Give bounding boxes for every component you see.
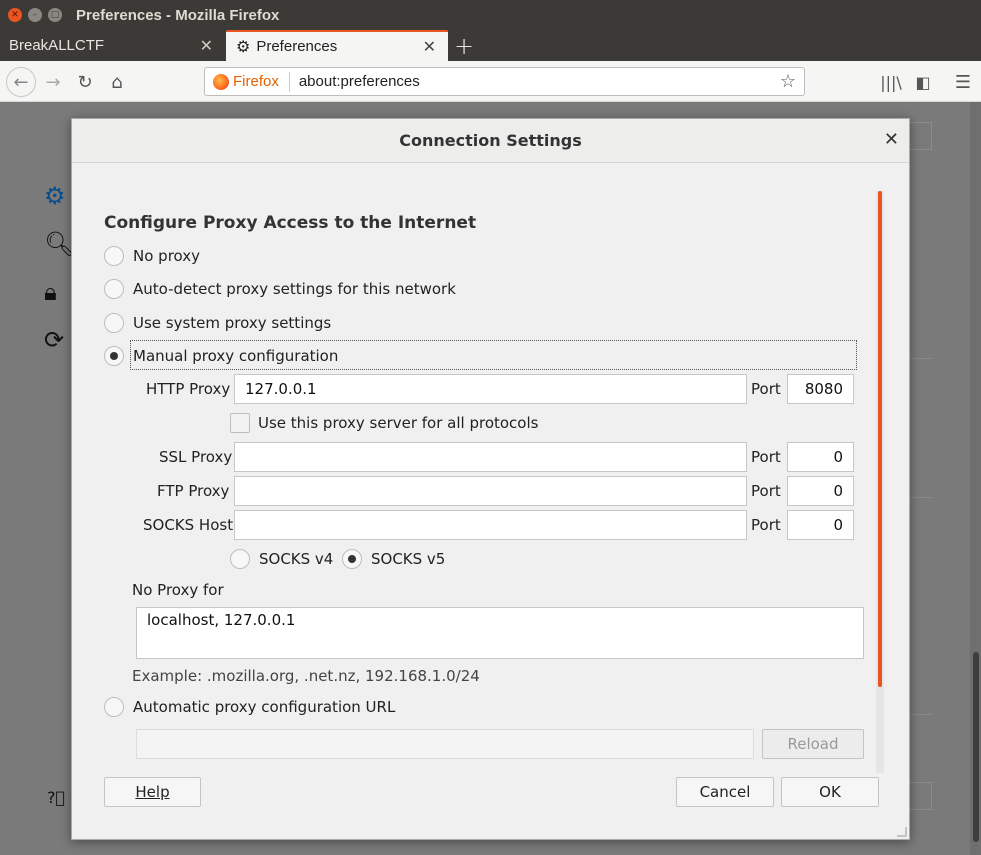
search-icon[interactable]: 🔍︎ bbox=[44, 230, 74, 258]
reload-button[interactable]: ↻ bbox=[72, 69, 98, 95]
background-field bbox=[910, 122, 932, 150]
reload-button[interactable]: Reload bbox=[762, 729, 864, 759]
lock-icon[interactable]: 🔒︎ bbox=[44, 278, 57, 306]
auto-detect-radio[interactable] bbox=[104, 279, 124, 299]
tab-label: BreakALLCTF bbox=[9, 37, 105, 54]
ssl-port-input[interactable]: 0 bbox=[787, 442, 854, 472]
cancel-button[interactable]: Cancel bbox=[676, 777, 774, 807]
bookmark-star-icon[interactable]: ☆ bbox=[780, 71, 796, 92]
share-all-label[interactable]: Use this proxy server for all protocols bbox=[258, 414, 538, 432]
gear-icon: ⚙ bbox=[236, 38, 251, 56]
http-port-label: Port bbox=[751, 380, 781, 398]
http-proxy-input[interactable]: 127.0.0.1 bbox=[234, 374, 747, 404]
http-proxy-label: HTTP Proxy bbox=[146, 380, 231, 398]
ftp-proxy-input[interactable] bbox=[234, 476, 747, 506]
ftp-port-label: Port bbox=[751, 482, 781, 500]
new-tab-button[interactable]: + bbox=[454, 32, 474, 60]
window-minimize-button[interactable]: – bbox=[28, 8, 42, 22]
firefox-icon bbox=[213, 73, 229, 90]
auto-detect-label[interactable]: Auto-detect proxy settings for this netw… bbox=[133, 280, 456, 298]
socks-v5-radio[interactable] bbox=[342, 549, 362, 569]
no-proxy-label[interactable]: No proxy bbox=[133, 247, 200, 265]
menu-icon[interactable]: ☰ bbox=[950, 69, 976, 95]
socks-port-label: Port bbox=[751, 516, 781, 534]
home-button[interactable]: ⌂ bbox=[104, 69, 130, 95]
url-bar[interactable]: Firefox about:preferences ☆ bbox=[204, 67, 805, 96]
http-port-input[interactable]: 8080 bbox=[787, 374, 854, 404]
tab-label: Preferences bbox=[256, 38, 338, 55]
window-title: Preferences - Mozilla Firefox bbox=[76, 6, 280, 24]
divider bbox=[910, 358, 932, 359]
ftp-proxy-label: FTP Proxy bbox=[157, 482, 230, 500]
socks-port-input[interactable]: 0 bbox=[787, 510, 854, 540]
system-proxy-radio[interactable] bbox=[104, 313, 124, 333]
tab-bar: BreakALLCTF ✕ ⚙ Preferences ✕ + bbox=[0, 30, 981, 61]
socks-v4-label[interactable]: SOCKS v4 bbox=[259, 550, 333, 568]
auto-url-radio[interactable] bbox=[104, 697, 124, 717]
tab-breakallctf[interactable]: BreakALLCTF ✕ bbox=[0, 30, 225, 61]
resize-grip[interactable] bbox=[897, 827, 907, 837]
url-text: about:preferences bbox=[298, 73, 420, 90]
proxy-heading: Configure Proxy Access to the Internet bbox=[104, 213, 477, 233]
dialog-title: Connection Settings bbox=[399, 131, 582, 150]
ssl-proxy-input[interactable] bbox=[234, 442, 747, 472]
sidebar-icon[interactable]: ◧ bbox=[910, 69, 936, 95]
auto-url-input[interactable] bbox=[136, 729, 754, 759]
ssl-port-label: Port bbox=[751, 448, 781, 466]
background-field bbox=[910, 782, 932, 810]
divider bbox=[910, 497, 932, 498]
url-separator bbox=[288, 71, 290, 92]
help-icon[interactable]: ?⃝ bbox=[47, 788, 65, 807]
divider bbox=[910, 714, 932, 715]
close-tab-icon[interactable]: ✕ bbox=[200, 36, 213, 56]
connection-settings-dialog: Connection Settings ✕ Configure Proxy Ac… bbox=[71, 118, 910, 840]
identity-label: Firefox bbox=[233, 73, 279, 90]
close-icon[interactable]: ✕ bbox=[884, 129, 899, 150]
socks-host-input[interactable] bbox=[234, 510, 747, 540]
back-button[interactable]: ← bbox=[6, 67, 36, 97]
page-scrollbar-track[interactable] bbox=[970, 102, 981, 855]
library-icon[interactable]: |||\ bbox=[878, 69, 904, 95]
help-button[interactable]: Help bbox=[104, 777, 201, 807]
page-scrollbar-thumb[interactable] bbox=[973, 652, 979, 842]
no-proxy-for-label: No Proxy for bbox=[132, 581, 224, 599]
ssl-proxy-label: SSL Proxy bbox=[159, 448, 233, 466]
share-all-checkbox[interactable] bbox=[230, 413, 250, 433]
ok-button[interactable]: OK bbox=[781, 777, 879, 807]
tab-preferences[interactable]: ⚙ Preferences ✕ bbox=[226, 30, 448, 61]
no-proxy-radio[interactable] bbox=[104, 246, 124, 266]
socks-v5-label[interactable]: SOCKS v5 bbox=[371, 550, 445, 568]
no-proxy-for-textarea[interactable]: localhost, 127.0.0.1 bbox=[136, 607, 864, 659]
navigation-toolbar: ← → ↻ ⌂ Firefox about:preferences ☆ |||\… bbox=[0, 61, 981, 102]
forward-button[interactable]: → bbox=[40, 69, 66, 95]
dialog-header: Connection Settings ✕ bbox=[72, 119, 909, 163]
window-close-button[interactable]: ✕ bbox=[8, 8, 22, 22]
system-proxy-label[interactable]: Use system proxy settings bbox=[133, 314, 331, 332]
auto-url-label[interactable]: Automatic proxy configuration URL bbox=[133, 698, 395, 716]
dialog-scrollbar-thumb[interactable] bbox=[878, 191, 882, 687]
socks-host-label: SOCKS Host bbox=[143, 516, 234, 534]
manual-proxy-radio[interactable] bbox=[104, 346, 124, 366]
gear-icon[interactable]: ⚙ bbox=[44, 182, 66, 210]
manual-proxy-label[interactable]: Manual proxy configuration bbox=[133, 347, 338, 365]
no-proxy-example: Example: .mozilla.org, .net.nz, 192.168.… bbox=[132, 667, 480, 685]
ftp-port-input[interactable]: 0 bbox=[787, 476, 854, 506]
socks-v4-radio[interactable] bbox=[230, 549, 250, 569]
window-maximize-button[interactable]: □ bbox=[48, 8, 62, 22]
close-tab-icon[interactable]: ✕ bbox=[423, 37, 436, 57]
window-titlebar: ✕ – □ Preferences - Mozilla Firefox bbox=[0, 0, 981, 30]
sync-icon[interactable]: ⟳ bbox=[44, 326, 64, 354]
